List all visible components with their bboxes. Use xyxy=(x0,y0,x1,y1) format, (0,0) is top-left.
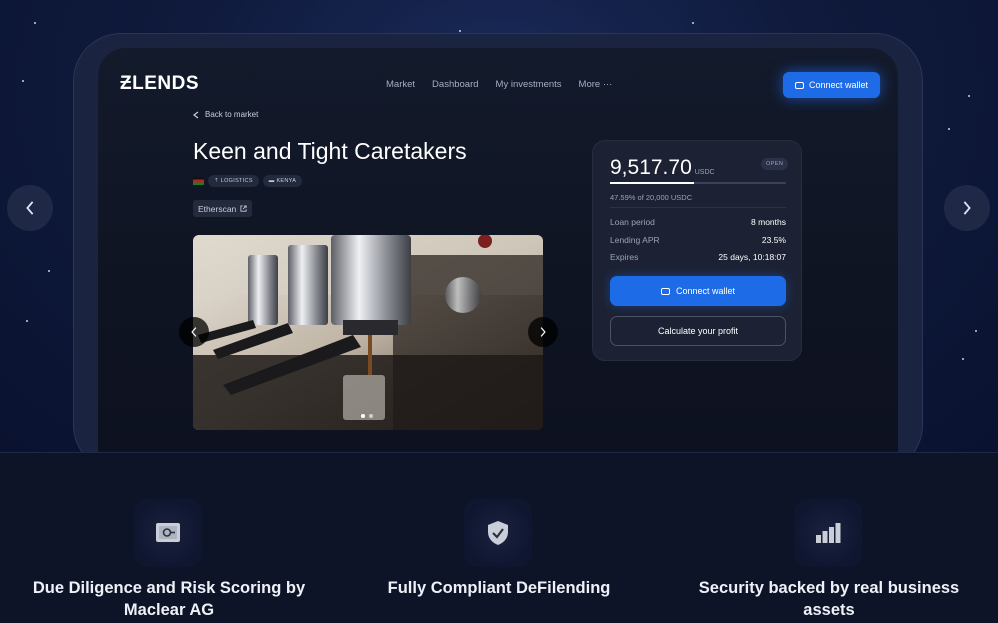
star xyxy=(48,270,50,272)
etherscan-link[interactable]: Etherscan xyxy=(193,200,253,217)
star xyxy=(975,330,977,332)
star xyxy=(34,22,36,24)
etherscan-label: Etherscan xyxy=(198,203,237,214)
wallet-icon xyxy=(794,81,804,89)
features-section: Due Diligence and Risk Scoring by Maclea… xyxy=(0,452,998,623)
lending-apr-value: 23.5% xyxy=(761,235,786,245)
connect-wallet-label: Connect wallet xyxy=(675,286,736,296)
chevron-left-icon xyxy=(26,201,34,215)
calculate-profit-button[interactable]: Calculate your profit xyxy=(610,316,786,346)
gallery-dot[interactable] xyxy=(361,414,365,418)
lending-apr-label: Lending APR xyxy=(610,235,660,245)
menu-more[interactable]: More ··· xyxy=(579,79,613,90)
hero-section: ƵLENDS Market Dashboard My investments M… xyxy=(0,0,998,452)
loan-period-label: Loan period xyxy=(610,217,655,227)
expires-value: 25 days, 10:18:07 xyxy=(718,252,786,262)
loan-period-value: 8 months xyxy=(751,217,786,227)
connect-wallet-header-button[interactable]: Connect wallet xyxy=(783,72,880,98)
chevron-right-icon xyxy=(963,201,971,215)
hero-next-button[interactable] xyxy=(944,185,990,231)
connect-wallet-header-label: Connect wallet xyxy=(808,80,869,90)
currency-label: USDC xyxy=(694,169,715,176)
page-title: Keen and Tight Caretakers xyxy=(193,138,467,164)
star xyxy=(22,80,24,82)
gallery-pagination xyxy=(361,414,373,418)
funding-progress-bar xyxy=(610,182,786,184)
chevron-right-icon xyxy=(540,327,546,337)
gallery-dot[interactable] xyxy=(369,414,373,418)
funded-amount: 9,517.70 USDC xyxy=(610,156,715,179)
divider xyxy=(610,207,786,208)
logo[interactable]: ƵLENDS xyxy=(120,73,199,95)
safe-icon xyxy=(156,523,180,542)
feature-text-security: Security backed by real business assets xyxy=(698,579,960,619)
star xyxy=(962,358,964,360)
espresso-machine-image xyxy=(193,235,543,430)
tag-logistics: ⇡ LOGISTICS xyxy=(208,175,259,187)
feature-text-due-diligence: Due Diligence and Risk Scoring by Maclea… xyxy=(32,579,306,619)
photo-prev-button[interactable] xyxy=(179,317,209,347)
feature-icon-box xyxy=(134,499,202,567)
tag-kenya: ▬ KENYA xyxy=(262,175,303,187)
photo-next-button[interactable] xyxy=(528,317,558,347)
menu-market[interactable]: Market xyxy=(386,79,415,90)
external-link-icon xyxy=(240,205,247,212)
star xyxy=(968,95,970,97)
listing-photo xyxy=(193,235,543,430)
back-link[interactable]: Back to market xyxy=(193,110,258,119)
funding-progress-fill xyxy=(610,182,694,184)
expires-label: Expires xyxy=(610,252,639,262)
feature-icon-box xyxy=(464,499,532,567)
investment-card: 9,517.70 USDC OPEN 47.59% of 20,000 USDC … xyxy=(592,140,802,361)
app-screen: ƵLENDS Market Dashboard My investments M… xyxy=(98,48,898,452)
back-link-label: Back to market xyxy=(205,110,259,119)
tag-list: ⇡ LOGISTICS ▬ KENYA xyxy=(193,175,303,187)
connect-wallet-button[interactable]: Connect wallet xyxy=(610,276,786,306)
star xyxy=(459,30,461,32)
expires-row: Expires 25 days, 10:18:07 xyxy=(610,252,786,262)
menu-my-investments[interactable]: My investments xyxy=(496,79,562,90)
menu-dashboard[interactable]: Dashboard xyxy=(432,79,478,90)
progress-text: 47.59% of 20,000 USDC xyxy=(610,193,693,202)
loan-period-row: Loan period 8 months xyxy=(610,217,786,227)
top-menu: Market Dashboard My investments More ··· xyxy=(386,79,612,90)
chevron-left-icon xyxy=(193,111,199,118)
chevron-left-icon xyxy=(191,327,197,337)
bar-chart-icon xyxy=(816,523,841,543)
shield-check-icon xyxy=(488,521,508,545)
hero-prev-button[interactable] xyxy=(7,185,53,231)
lending-apr-row: Lending APR 23.5% xyxy=(610,235,786,245)
status-badge: OPEN xyxy=(761,158,789,170)
star xyxy=(948,128,950,130)
feature-icon-box xyxy=(794,499,862,567)
kenya-flag-icon xyxy=(193,177,204,185)
star xyxy=(26,320,28,322)
feature-text-compliant: Fully Compliant DeFilending xyxy=(387,579,611,597)
star xyxy=(692,22,694,24)
wallet-icon xyxy=(660,287,670,295)
